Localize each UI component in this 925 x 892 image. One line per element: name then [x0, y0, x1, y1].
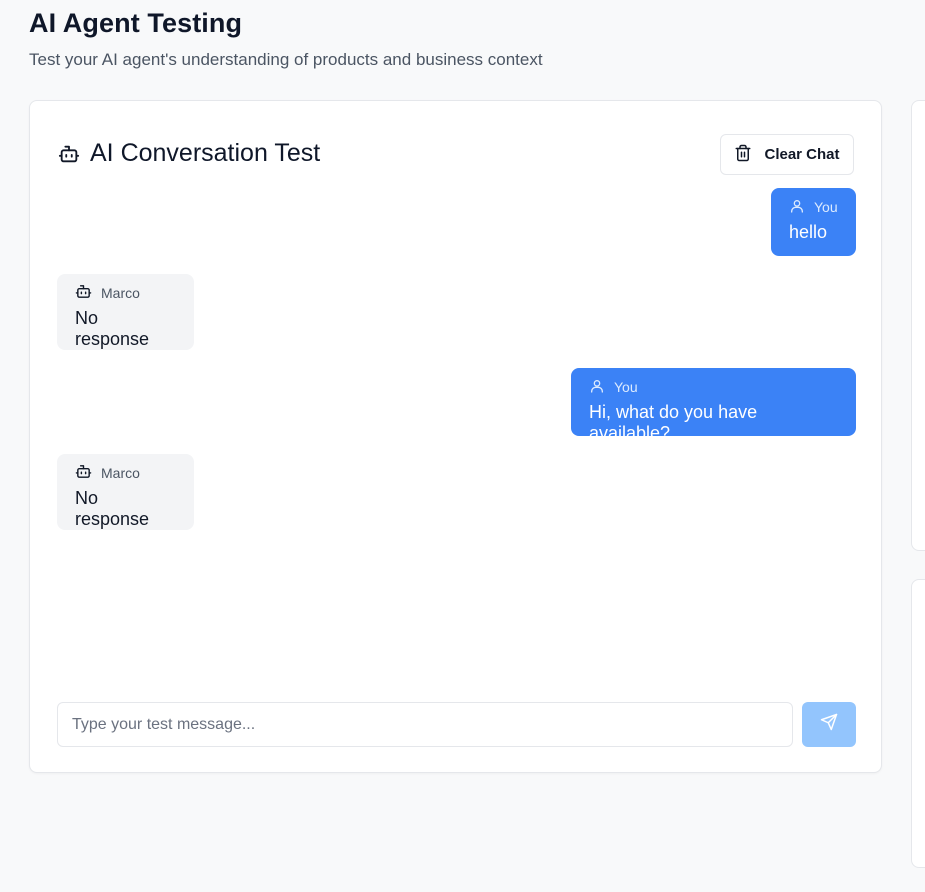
- user-message: You hello: [771, 188, 856, 256]
- message-text: No response: [75, 308, 150, 349]
- bot-icon: [75, 463, 92, 483]
- chat-card-title: AI Conversation Test: [58, 139, 320, 168]
- send-icon: [820, 713, 838, 736]
- message-header: Marco: [75, 284, 176, 302]
- send-button[interactable]: [802, 702, 856, 747]
- message-text: Hi, what do you have available?: [589, 402, 758, 443]
- clear-chat-button[interactable]: Clear Chat: [720, 134, 854, 175]
- clear-chat-label: Clear Chat: [764, 146, 840, 163]
- message-sender: You: [614, 379, 638, 395]
- user-message: You Hi, what do you have available?: [571, 368, 856, 443]
- bot-icon: [58, 143, 80, 165]
- message-header: You: [789, 198, 838, 216]
- message-header: Marco: [75, 464, 176, 482]
- user-icon: [589, 378, 605, 397]
- message-header: You: [589, 378, 838, 396]
- bot-message: Marco No response: [57, 454, 194, 530]
- message-text: hello: [789, 222, 828, 242]
- message-sender: Marco: [101, 465, 140, 481]
- user-icon: [789, 198, 805, 217]
- page-title: AI Agent Testing: [29, 8, 243, 38]
- message-sender: Marco: [101, 285, 140, 301]
- trash-icon: [734, 144, 752, 166]
- page-subtitle: Test your AI agent's understanding of pr…: [29, 50, 543, 69]
- message-composer: [57, 702, 856, 747]
- message-text: No response: [75, 488, 150, 529]
- bot-message: Marco No response: [57, 274, 194, 350]
- side-panel-bottom: [911, 579, 925, 868]
- message-sender: You: [814, 199, 838, 215]
- bot-icon: [75, 283, 92, 303]
- chat-title-text: AI Conversation Test: [90, 139, 321, 167]
- side-panel-top: [911, 100, 925, 551]
- message-input[interactable]: [57, 702, 793, 747]
- chat-card: AI Conversation Test Clear Chat You hell…: [29, 100, 882, 773]
